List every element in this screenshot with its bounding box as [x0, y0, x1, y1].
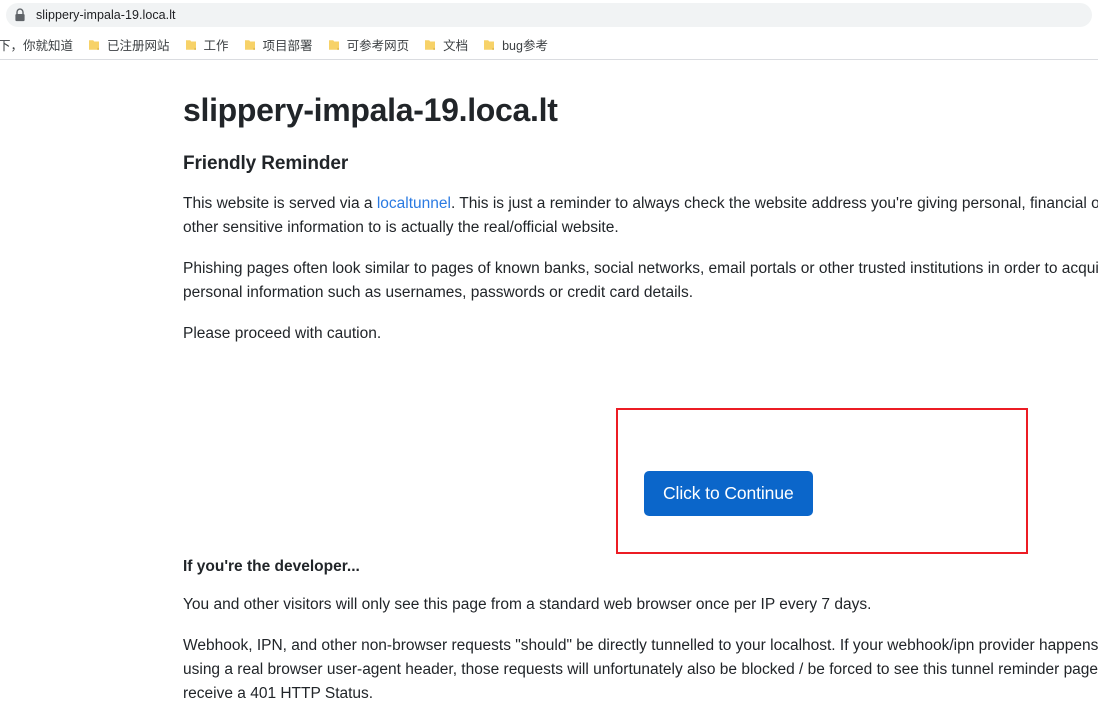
bookmark-label: 项目部署 [262, 39, 313, 53]
reminder-text-before-link: This website is served via a [183, 195, 377, 213]
folder-icon [425, 39, 436, 50]
bookmark-item[interactable]: 已注册网站 [80, 33, 177, 57]
developer-paragraph-2: Webhook, IPN, and other non-browser requ… [183, 637, 1098, 701]
continue-highlight-box: Click to Continue [616, 408, 1028, 554]
reminder-paragraph-3: Please proceed with caution. [183, 325, 382, 343]
click-to-continue-button[interactable]: Click to Continue [644, 471, 813, 516]
browser-chrome: slippery-impala-19.loca.lt 下，你就知道 已注册网站 工作… [0, 0, 1098, 60]
bookmark-label: 可参考网页 [346, 39, 410, 53]
developer-paragraph-1: You and other visitors will only see thi… [183, 596, 872, 613]
folder-icon [89, 39, 100, 50]
folder-icon [185, 39, 196, 50]
bookmark-label: bug参考 [502, 39, 548, 53]
localtunnel-link[interactable]: localtunnel [377, 195, 451, 212]
bookmark-label: 文档 [443, 39, 469, 53]
address-bar-url: slippery-impala-19.loca.lt [36, 8, 176, 22]
bookmark-item[interactable]: 下，你就知道 [0, 33, 80, 57]
bookmark-label: 工作 [203, 39, 229, 53]
bookmark-item[interactable]: 项目部署 [236, 33, 320, 57]
lock-icon [15, 8, 25, 22]
folder-icon [244, 39, 255, 50]
page-viewport: slippery-impala-19.loca.lt Friendly Remi… [0, 60, 1098, 701]
url-bar-row: slippery-impala-19.loca.lt [0, 0, 1098, 30]
bookmarks-bar: 下，你就知道 已注册网站 工作 项目部署 可参考网页 文档 bug参考 [0, 30, 1098, 60]
bookmark-item[interactable]: 工作 [177, 33, 236, 57]
bookmark-label: 下，你就知道 [0, 39, 74, 53]
reminder-paragraph-2: Phishing pages often look similar to pag… [183, 260, 1098, 302]
folder-icon [328, 39, 339, 50]
bookmark-item[interactable]: 可参考网页 [320, 33, 417, 57]
address-bar[interactable]: slippery-impala-19.loca.lt [6, 3, 1092, 27]
developer-section: If you're the developer... You and other… [183, 558, 1098, 701]
bookmark-item[interactable]: bug参考 [475, 33, 555, 57]
page-title: slippery-impala-19.loca.lt [183, 92, 558, 128]
developer-heading: If you're the developer... [183, 558, 360, 575]
page-content: slippery-impala-19.loca.lt Friendly Remi… [183, 60, 1098, 346]
bookmark-item[interactable]: 文档 [416, 33, 475, 57]
bookmark-label: 已注册网站 [107, 39, 170, 53]
reminder-paragraph-1: This website is served via a localtunnel… [183, 175, 1098, 240]
folder-icon [484, 39, 495, 50]
friendly-reminder-heading: Friendly Reminder [183, 153, 349, 175]
